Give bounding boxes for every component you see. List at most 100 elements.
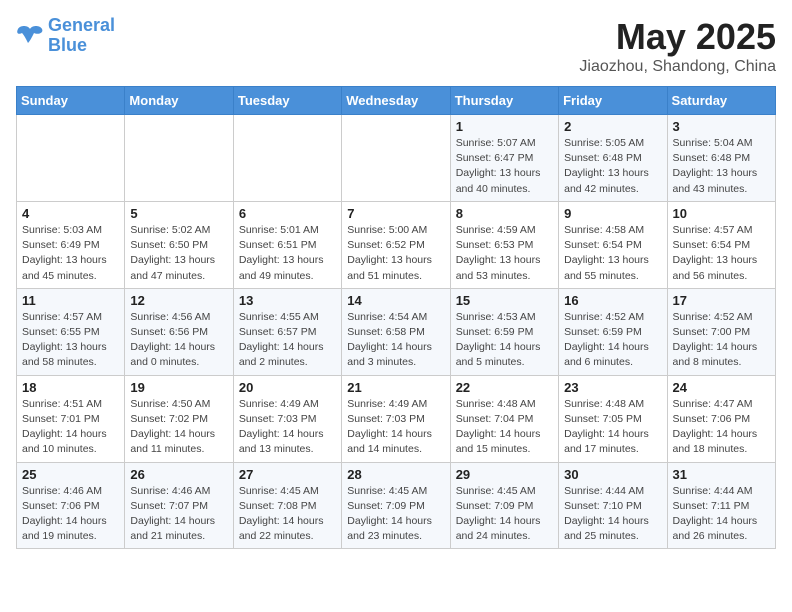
day-number: 4: [22, 206, 119, 221]
day-info: Sunrise: 4:49 AM Sunset: 7:03 PM Dayligh…: [347, 397, 444, 458]
day-info: Sunrise: 4:59 AM Sunset: 6:53 PM Dayligh…: [456, 223, 553, 284]
calendar-cell: 24Sunrise: 4:47 AM Sunset: 7:06 PM Dayli…: [667, 375, 775, 462]
calendar-cell: 9 Sunrise: 4:58 AM Sunset: 6:54 PM Daylig…: [559, 201, 667, 288]
calendar-cell: 27Sunrise: 4:45 AM Sunset: 7:08 PM Dayli…: [233, 462, 341, 549]
day-number: 26: [130, 467, 227, 482]
day-number: 13: [239, 293, 336, 308]
day-number: 15: [456, 293, 553, 308]
calendar-cell: 13 Sunrise: 4:55 AM Sunset: 6:57 PM Dayli…: [233, 288, 341, 375]
day-info: Sunrise: 5:05 AM Sunset: 6:48 PM Dayligh…: [564, 136, 661, 197]
calendar-table: SundayMondayTuesdayWednesdayThursdayFrid…: [16, 86, 776, 549]
header-monday: Monday: [125, 87, 233, 115]
day-number: 31: [673, 467, 770, 482]
calendar-cell: 22Sunrise: 4:48 AM Sunset: 7:04 PM Dayli…: [450, 375, 558, 462]
calendar-cell: 7 Sunrise: 5:00 AM Sunset: 6:52 PM Daylig…: [342, 201, 450, 288]
calendar-cell: 14 Sunrise: 4:54 AM Sunset: 6:58 PM Dayli…: [342, 288, 450, 375]
calendar-header: SundayMondayTuesdayWednesdayThursdayFrid…: [17, 87, 776, 115]
day-info: Sunrise: 4:54 AM Sunset: 6:58 PM Dayligh…: [347, 310, 444, 371]
logo: General Blue: [16, 16, 115, 56]
week-row-1: 4 Sunrise: 5:03 AM Sunset: 6:49 PM Daylig…: [17, 201, 776, 288]
day-number: 5: [130, 206, 227, 221]
header-friday: Friday: [559, 87, 667, 115]
day-info: Sunrise: 4:45 AM Sunset: 7:09 PM Dayligh…: [456, 484, 553, 545]
calendar-cell: 26 Sunrise: 4:46 AM Sunset: 7:07 PM Dayli…: [125, 462, 233, 549]
calendar-cell: 25Sunrise: 4:46 AM Sunset: 7:06 PM Dayli…: [17, 462, 125, 549]
week-row-0: 1Sunrise: 5:07 AM Sunset: 6:47 PM Daylig…: [17, 115, 776, 202]
day-number: 3: [673, 119, 770, 134]
day-number: 6: [239, 206, 336, 221]
day-number: 10: [673, 206, 770, 221]
day-number: 9: [564, 206, 661, 221]
day-info: Sunrise: 5:07 AM Sunset: 6:47 PM Dayligh…: [456, 136, 553, 197]
day-number: 8: [456, 206, 553, 221]
day-info: Sunrise: 4:55 AM Sunset: 6:57 PM Dayligh…: [239, 310, 336, 371]
calendar-cell: 4 Sunrise: 5:03 AM Sunset: 6:49 PM Daylig…: [17, 201, 125, 288]
calendar-cell: [342, 115, 450, 202]
day-info: Sunrise: 4:57 AM Sunset: 6:54 PM Dayligh…: [673, 223, 770, 284]
calendar-cell: 10 Sunrise: 4:57 AM Sunset: 6:54 PM Dayli…: [667, 201, 775, 288]
day-number: 11: [22, 293, 119, 308]
calendar-cell: 15Sunrise: 4:53 AM Sunset: 6:59 PM Dayli…: [450, 288, 558, 375]
day-number: 24: [673, 380, 770, 395]
day-info: Sunrise: 5:03 AM Sunset: 6:49 PM Dayligh…: [22, 223, 119, 284]
week-row-2: 11Sunrise: 4:57 AM Sunset: 6:55 PM Dayli…: [17, 288, 776, 375]
day-number: 16: [564, 293, 661, 308]
day-info: Sunrise: 4:44 AM Sunset: 7:10 PM Dayligh…: [564, 484, 661, 545]
day-info: Sunrise: 4:46 AM Sunset: 7:07 PM Dayligh…: [130, 484, 227, 545]
day-number: 2: [564, 119, 661, 134]
calendar-cell: 18 Sunrise: 4:51 AM Sunset: 7:01 PM Dayli…: [17, 375, 125, 462]
calendar-body: 1Sunrise: 5:07 AM Sunset: 6:47 PM Daylig…: [17, 115, 776, 549]
day-info: Sunrise: 4:52 AM Sunset: 7:00 PM Dayligh…: [673, 310, 770, 371]
title-block: May 2025 Jiaozhou, Shandong, China: [579, 16, 776, 76]
day-number: 25: [22, 467, 119, 482]
day-info: Sunrise: 4:51 AM Sunset: 7:01 PM Dayligh…: [22, 397, 119, 458]
calendar-title: May 2025: [579, 16, 776, 58]
day-number: 20: [239, 380, 336, 395]
day-number: 23: [564, 380, 661, 395]
header-sunday: Sunday: [17, 87, 125, 115]
page-header: General Blue May 2025 Jiaozhou, Shandong…: [16, 16, 776, 76]
day-number: 14: [347, 293, 444, 308]
header-row: SundayMondayTuesdayWednesdayThursdayFrid…: [17, 87, 776, 115]
calendar-cell: 31 Sunrise: 4:44 AM Sunset: 7:11 PM Dayli…: [667, 462, 775, 549]
day-number: 7: [347, 206, 444, 221]
header-saturday: Saturday: [667, 87, 775, 115]
calendar-cell: 19Sunrise: 4:50 AM Sunset: 7:02 PM Dayli…: [125, 375, 233, 462]
header-thursday: Thursday: [450, 87, 558, 115]
day-info: Sunrise: 4:58 AM Sunset: 6:54 PM Dayligh…: [564, 223, 661, 284]
day-number: 18: [22, 380, 119, 395]
day-number: 29: [456, 467, 553, 482]
header-wednesday: Wednesday: [342, 87, 450, 115]
day-number: 19: [130, 380, 227, 395]
day-number: 17: [673, 293, 770, 308]
header-tuesday: Tuesday: [233, 87, 341, 115]
calendar-cell: 6 Sunrise: 5:01 AM Sunset: 6:51 PM Daylig…: [233, 201, 341, 288]
calendar-cell: 28Sunrise: 4:45 AM Sunset: 7:09 PM Dayli…: [342, 462, 450, 549]
day-number: 21: [347, 380, 444, 395]
logo-general: General: [48, 15, 115, 35]
day-number: 22: [456, 380, 553, 395]
day-info: Sunrise: 4:52 AM Sunset: 6:59 PM Dayligh…: [564, 310, 661, 371]
week-row-4: 25Sunrise: 4:46 AM Sunset: 7:06 PM Dayli…: [17, 462, 776, 549]
calendar-cell: 11Sunrise: 4:57 AM Sunset: 6:55 PM Dayli…: [17, 288, 125, 375]
calendar-cell: 12Sunrise: 4:56 AM Sunset: 6:56 PM Dayli…: [125, 288, 233, 375]
day-info: Sunrise: 5:00 AM Sunset: 6:52 PM Dayligh…: [347, 223, 444, 284]
calendar-cell: 5Sunrise: 5:02 AM Sunset: 6:50 PM Daylig…: [125, 201, 233, 288]
day-info: Sunrise: 5:01 AM Sunset: 6:51 PM Dayligh…: [239, 223, 336, 284]
day-info: Sunrise: 4:44 AM Sunset: 7:11 PM Dayligh…: [673, 484, 770, 545]
day-number: 12: [130, 293, 227, 308]
calendar-subtitle: Jiaozhou, Shandong, China: [579, 58, 776, 76]
week-row-3: 18 Sunrise: 4:51 AM Sunset: 7:01 PM Dayli…: [17, 375, 776, 462]
calendar-cell: 2 Sunrise: 5:05 AM Sunset: 6:48 PM Daylig…: [559, 115, 667, 202]
calendar-cell: [125, 115, 233, 202]
calendar-cell: 1Sunrise: 5:07 AM Sunset: 6:47 PM Daylig…: [450, 115, 558, 202]
calendar-cell: 29 Sunrise: 4:45 AM Sunset: 7:09 PM Dayli…: [450, 462, 558, 549]
calendar-cell: [17, 115, 125, 202]
calendar-cell: [233, 115, 341, 202]
logo-blue: Blue: [48, 35, 87, 55]
calendar-cell: 3Sunrise: 5:04 AM Sunset: 6:48 PM Daylig…: [667, 115, 775, 202]
day-info: Sunrise: 4:45 AM Sunset: 7:09 PM Dayligh…: [347, 484, 444, 545]
day-number: 30: [564, 467, 661, 482]
calendar-cell: 20Sunrise: 4:49 AM Sunset: 7:03 PM Dayli…: [233, 375, 341, 462]
day-info: Sunrise: 4:48 AM Sunset: 7:05 PM Dayligh…: [564, 397, 661, 458]
